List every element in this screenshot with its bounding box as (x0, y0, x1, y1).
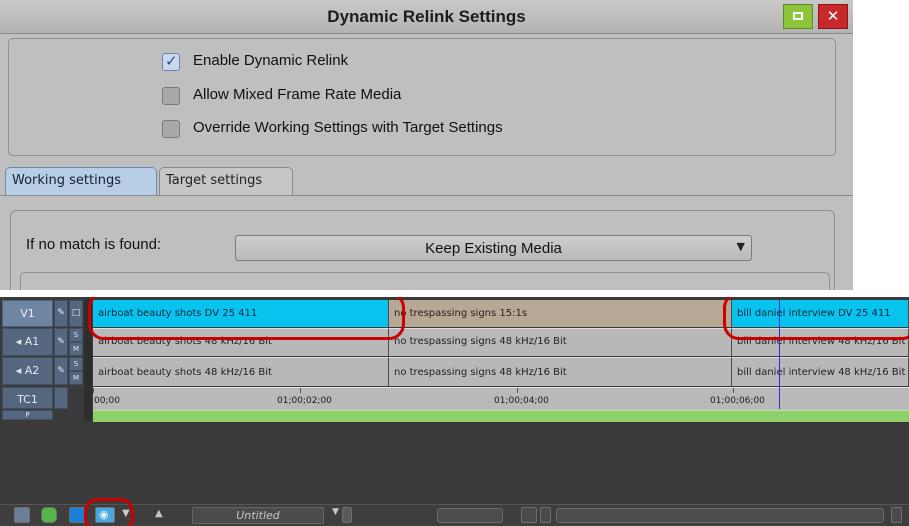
track-header-p: P (2, 410, 53, 420)
sequence-menu-arrow-icon[interactable]: ▼ (332, 507, 339, 517)
audio-a1-lock-icon[interactable]: ✎ (54, 328, 68, 356)
override-working-settings-checkbox[interactable] (162, 120, 180, 138)
maximize-icon (793, 12, 803, 20)
video-monitor-icon[interactable]: □ (69, 300, 83, 327)
chevron-down-icon: ▼ (736, 240, 745, 253)
dialog-title: Dynamic Relink Settings (327, 7, 526, 26)
enable-dynamic-relink-label[interactable]: Enable Dynamic Relink (193, 52, 348, 69)
track-header-a1[interactable]: ◂ A1 (2, 328, 53, 356)
settings-subgroup (20, 272, 830, 290)
override-working-settings-label[interactable]: Override Working Settings with Target Se… (193, 119, 503, 136)
track-label-p: P (25, 411, 30, 419)
close-icon: ✕ (826, 7, 840, 25)
tab-divider (0, 195, 853, 196)
position-bar[interactable] (93, 410, 909, 422)
a2-mute-button[interactable]: M (69, 371, 83, 385)
no-match-dropdown-value: Keep Existing Media (425, 240, 562, 257)
focus-icon[interactable] (521, 507, 537, 523)
clip-a2-bill-daniel[interactable]: bill daniel interview 48 kHz/16 Bit (732, 357, 909, 386)
track-color-icon[interactable] (41, 507, 57, 523)
audio-a2-lock-icon[interactable]: ✎ (54, 357, 68, 385)
ruler-label: 01;00;04;00 (494, 396, 549, 406)
ruler-label: 00;00 (94, 396, 120, 406)
timecode-ruler[interactable]: 00;00 01;00;02;00 01;00;04;00 01;00;06;0… (93, 387, 909, 410)
highlight-airboat-clip (88, 297, 405, 340)
clip-a2-airboat[interactable]: airboat beauty shots 48 kHz/16 Bit (93, 357, 389, 386)
ruler-tick (733, 388, 734, 393)
track-label-a1: ◂ A1 (15, 335, 40, 348)
clip-v1-no-trespassing[interactable]: no trespassing signs 15:1s (389, 300, 732, 327)
highlight-bill-daniel-clip (723, 297, 909, 340)
track-header-a2[interactable]: ◂ A2 (2, 357, 53, 385)
a1-mute-button[interactable]: M (69, 342, 83, 356)
a2-solo-button[interactable]: S (69, 357, 83, 371)
allow-mixed-frame-rate-label[interactable]: Allow Mixed Frame Rate Media (193, 86, 401, 103)
tab-working-settings[interactable]: Working settings (5, 167, 157, 195)
ruler-tick (517, 388, 518, 393)
no-match-dropdown[interactable]: Keep Existing Media ▼ (235, 235, 752, 261)
chevron-up-icon[interactable]: ▲ (155, 508, 163, 519)
ruler-tick (300, 388, 301, 393)
ruler-tick (93, 388, 94, 393)
scroll-left-icon[interactable] (540, 507, 551, 523)
clip-a2-no-trespassing[interactable]: no trespassing signs 48 kHz/16 Bit (389, 357, 732, 386)
video-quality-icon[interactable] (69, 507, 85, 523)
timeline-scrollbar[interactable] (556, 508, 884, 523)
ruler-label: 01;00;06;00 (710, 396, 765, 406)
track-label-a2: ◂ A2 (15, 364, 40, 377)
allow-mixed-frame-rate-checkbox[interactable] (162, 87, 180, 105)
monitor-icon[interactable] (14, 507, 30, 523)
tc-track-spacer (54, 387, 68, 409)
dynamic-relink-dialog: Dynamic Relink Settings ✕ Enable Dynamic… (0, 0, 853, 290)
scroll-right-icon[interactable] (891, 507, 902, 523)
clip-a1-no-trespassing[interactable]: no trespassing signs 48 kHz/16 Bit (389, 328, 732, 356)
track-label-v1: V1 (20, 307, 35, 320)
sequence-lock-icon[interactable] (342, 507, 352, 523)
a1-solo-button[interactable]: S (69, 328, 83, 342)
dialog-titlebar[interactable]: Dynamic Relink Settings ✕ (0, 0, 853, 34)
track-header-tc1[interactable]: TC1 (2, 387, 53, 409)
track-header-v1[interactable]: V1 (2, 300, 53, 327)
close-button[interactable]: ✕ (818, 4, 848, 29)
timeline-toolbar: ◉ ▼ ▲ Untitled ▼ (0, 504, 909, 526)
highlight-relink-button (84, 498, 134, 526)
ruler-label: 01;00;02;00 (277, 396, 332, 406)
scale-slider[interactable] (437, 508, 503, 523)
enable-dynamic-relink-checkbox[interactable] (162, 52, 180, 71)
timeline-window: V1 ✎ □ ◂ A1 ✎ S M ◂ A2 ✎ S M TC1 P airbo… (0, 297, 909, 526)
video-track-lock-icon[interactable]: ✎ (54, 300, 68, 327)
sequence-name-field[interactable]: Untitled (192, 507, 324, 524)
track-label-tc1: TC1 (17, 393, 38, 406)
maximize-button[interactable] (783, 4, 813, 29)
no-match-label: If no match is found: (26, 236, 162, 253)
relink-options-group (8, 38, 836, 156)
tab-target-settings[interactable]: Target settings (159, 167, 293, 195)
